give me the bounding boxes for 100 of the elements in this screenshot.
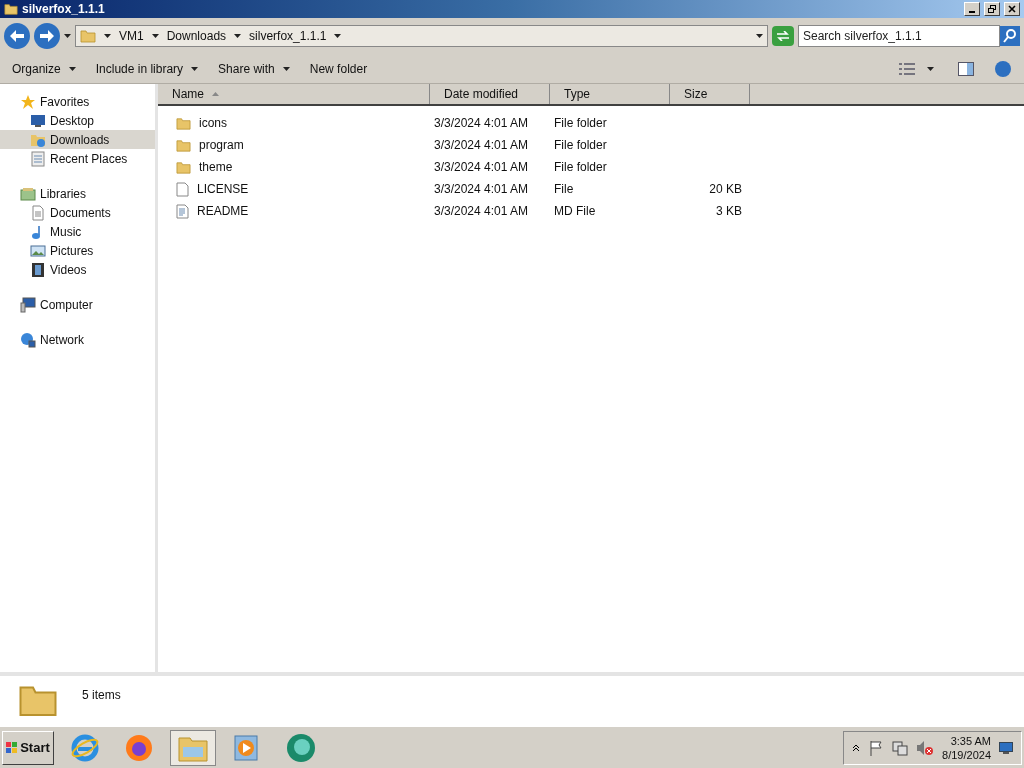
fox-globe-icon — [124, 732, 154, 763]
caret-icon — [756, 34, 763, 38]
forward-button[interactable] — [34, 23, 60, 49]
file-name[interactable]: program — [199, 136, 244, 154]
nav-item[interactable]: Documents — [0, 203, 155, 222]
column-header[interactable]: Name — [158, 84, 430, 104]
browser-e-icon — [70, 732, 100, 763]
clock-time[interactable]: 3:35 AM — [950, 733, 991, 748]
star-icon — [20, 93, 36, 110]
picture-icon — [30, 242, 46, 259]
toolbar-button[interactable]: Share with — [218, 59, 290, 78]
restore-icon — [988, 5, 996, 13]
start-button[interactable]: Start — [2, 730, 54, 765]
forward-arrow-icon — [40, 30, 54, 42]
file-name[interactable]: README — [197, 202, 249, 220]
breadcrumb[interactable]: silverfox_1.1.1 — [249, 27, 327, 45]
library-icon — [20, 185, 36, 202]
column-header[interactable]: Size — [670, 84, 750, 104]
refresh-button[interactable] — [772, 26, 794, 46]
muted-speaker-icon[interactable] — [916, 739, 935, 756]
toolbar-button[interactable]: Organize — [12, 59, 76, 78]
caret-icon — [151, 34, 159, 38]
date-cell: 3/3/2024 4:01 AM — [434, 204, 529, 218]
type-cell: File folder — [554, 138, 607, 152]
date-cell: 3/3/2024 4:01 AM — [434, 138, 529, 152]
nav-group[interactable]: Network — [0, 330, 155, 349]
address-bar[interactable]: VM1 Downloads silverfox_1.1.1 — [75, 25, 768, 47]
chevron-up-icon[interactable] — [852, 743, 861, 752]
text-file-icon — [176, 203, 189, 219]
help-button[interactable] — [994, 59, 1012, 78]
size-cell-text: 3 KB — [716, 203, 742, 220]
show-desktop-icon[interactable] — [999, 741, 1013, 754]
nav-item[interactable]: Music — [0, 222, 155, 241]
network-icon[interactable] — [892, 739, 909, 756]
help-icon — [994, 59, 1012, 78]
caret-icon — [64, 34, 71, 38]
search-icon — [1000, 26, 1020, 46]
nav-item[interactable]: Pictures — [0, 241, 155, 260]
breadcrumb[interactable]: VM1 — [119, 27, 144, 45]
monitor-icon — [30, 112, 46, 129]
column-header[interactable]: Type — [550, 84, 670, 104]
caret-icon — [334, 34, 342, 38]
type-cell: File — [554, 182, 574, 196]
file-name[interactable]: icons — [199, 114, 227, 132]
preview-pane-button[interactable] — [958, 61, 974, 76]
network-globe-icon — [20, 331, 36, 348]
folder-icon — [176, 115, 191, 131]
clock-date[interactable]: 8/19/2024 — [942, 747, 991, 762]
date-cell: 3/3/2024 4:01 AM — [434, 182, 529, 196]
folder-icon — [80, 28, 96, 44]
toolbar-button[interactable]: Include in library — [95, 59, 199, 78]
window-title: silverfox_1.1.1 — [22, 1, 105, 18]
chat-bubble-icon — [285, 731, 317, 764]
nav-item[interactable]: Videos — [0, 260, 155, 279]
flag-icon[interactable] — [868, 739, 885, 756]
sort-arrow-icon — [212, 92, 219, 96]
size-cell-text: 20 KB — [709, 181, 742, 198]
nav-item[interactable]: Recent Places — [0, 149, 155, 168]
column-header[interactable]: Date modified — [430, 84, 550, 104]
close-button[interactable] — [1004, 2, 1020, 16]
breadcrumb[interactable]: Downloads — [166, 27, 227, 45]
nav-group[interactable]: Favorites — [0, 92, 155, 111]
document-icon — [30, 204, 46, 221]
recent-places-icon — [30, 150, 46, 167]
caret-icon — [68, 66, 76, 71]
taskbar-app[interactable] — [170, 729, 216, 766]
type-cell: File folder — [554, 160, 607, 174]
type-cell: MD File — [554, 204, 596, 218]
pane-icon — [958, 61, 974, 76]
back-arrow-icon — [10, 30, 24, 42]
type-cell: File folder — [554, 116, 607, 130]
back-button[interactable] — [4, 23, 30, 49]
minimize-button[interactable] — [964, 2, 980, 16]
nav-group[interactable]: Libraries — [0, 184, 155, 203]
date-cell: 3/3/2024 4:01 AM — [434, 116, 529, 130]
caret-icon — [927, 66, 934, 71]
file-name[interactable]: theme — [199, 158, 233, 176]
caret-icon — [104, 34, 111, 38]
folder-icon — [176, 137, 191, 153]
caret-icon — [191, 66, 199, 71]
computer-icon — [20, 296, 36, 313]
details-view-icon — [899, 62, 915, 75]
film-icon — [30, 261, 46, 278]
folder-icon — [4, 2, 18, 16]
item-count: 5 items — [82, 687, 121, 704]
caret-icon — [234, 34, 242, 38]
windows-flag-icon — [6, 741, 19, 754]
date-cell: 3/3/2024 4:01 AM — [434, 160, 529, 174]
folder-icon — [176, 159, 191, 175]
restore-button[interactable] — [984, 2, 1000, 16]
search-field[interactable]: Search silverfox_1.1.1 — [798, 25, 1000, 47]
nav-item[interactable]: Downloads — [0, 130, 155, 149]
close-icon — [1008, 5, 1016, 13]
file-icon — [176, 181, 189, 197]
toolbar-button[interactable]: New folder — [309, 59, 368, 78]
caret-icon — [282, 66, 290, 71]
nav-item[interactable]: Desktop — [0, 111, 155, 130]
nav-group[interactable]: Computer — [0, 295, 155, 314]
refresh-icon — [776, 31, 790, 41]
file-name[interactable]: LICENSE — [197, 180, 249, 198]
